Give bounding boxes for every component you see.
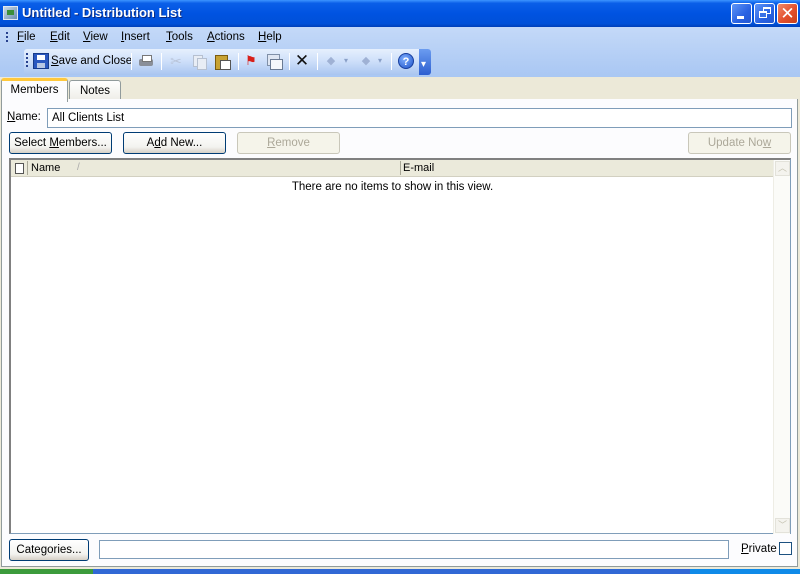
next-item-dropdown-icon[interactable]: ▾ xyxy=(378,53,385,69)
delete-icon[interactable]: ✕ xyxy=(294,52,310,69)
cut-icon[interactable]: ✂ xyxy=(168,53,184,69)
toolbar-options-chevron-icon[interactable] xyxy=(419,49,431,75)
taskbar xyxy=(0,569,800,574)
list-header: Name / E-mail xyxy=(11,160,774,177)
toolbar-separator xyxy=(238,53,239,70)
toolbar-separator xyxy=(161,53,162,70)
menu-tools[interactable]: Tools xyxy=(166,31,193,43)
menu-help[interactable]: Help xyxy=(258,31,282,43)
item-type-icon[interactable] xyxy=(15,163,24,174)
menubar-grip[interactable] xyxy=(6,32,9,44)
toolbar-grip[interactable] xyxy=(26,53,29,69)
scroll-down-icon[interactable]: ﹀ xyxy=(775,518,790,533)
add-new-button[interactable]: Add New... xyxy=(123,132,226,154)
private-checkbox[interactable] xyxy=(779,542,792,555)
vertical-scrollbar[interactable]: ︿ ﹀ xyxy=(773,160,790,534)
save-and-close-button[interactable]: Save and Close xyxy=(51,55,132,67)
toolbar-separator xyxy=(391,53,392,70)
column-separator[interactable] xyxy=(400,161,401,175)
menu-actions[interactable]: Actions xyxy=(207,31,245,43)
column-header-email[interactable]: E-mail xyxy=(403,162,434,174)
distribution-list-window: Untitled - Distribution List ✕ File Edit… xyxy=(0,0,800,574)
tab-members[interactable]: Members xyxy=(1,78,68,102)
sort-ascending-icon: / xyxy=(77,162,80,173)
help-icon[interactable]: ? xyxy=(398,53,414,69)
restore-button[interactable] xyxy=(754,3,775,24)
toolbar-separator xyxy=(317,53,318,70)
start-button[interactable] xyxy=(0,569,93,574)
minimize-button[interactable] xyxy=(731,3,752,24)
flag-icon[interactable]: ⚑ xyxy=(243,53,259,69)
paste-icon[interactable] xyxy=(214,53,231,70)
system-tray xyxy=(690,569,800,574)
window-title: Untitled - Distribution List xyxy=(22,5,182,20)
close-icon: ✕ xyxy=(780,4,795,23)
menu-insert[interactable]: Insert xyxy=(121,31,150,43)
previous-item-icon[interactable]: ◆ xyxy=(323,53,339,69)
next-item-icon[interactable]: ◆ xyxy=(358,53,374,69)
restore-icon-front xyxy=(759,11,767,18)
members-list[interactable]: Name / E-mail There are no items to show… xyxy=(9,158,791,534)
update-now-button[interactable]: Update Now xyxy=(688,132,791,154)
menu-view[interactable]: View xyxy=(83,31,108,43)
scroll-up-icon[interactable]: ︿ xyxy=(775,161,790,176)
title-bar[interactable]: Untitled - Distribution List ✕ xyxy=(0,0,800,27)
column-header-name[interactable]: Name xyxy=(31,162,60,174)
close-button[interactable]: ✕ xyxy=(777,3,798,24)
column-separator[interactable] xyxy=(27,161,28,175)
menu-edit[interactable]: Edit xyxy=(50,31,70,43)
copy-icon[interactable] xyxy=(191,53,207,70)
toolbar-separator xyxy=(131,53,132,70)
address-book-icon[interactable] xyxy=(266,53,283,70)
print-icon[interactable] xyxy=(138,53,154,69)
categories-button[interactable]: Categories... xyxy=(9,539,89,561)
previous-item-dropdown-icon[interactable]: ▾ xyxy=(344,53,351,69)
name-label: Name: xyxy=(7,111,41,123)
private-label: Private xyxy=(741,543,777,555)
save-icon[interactable] xyxy=(33,53,49,69)
remove-button[interactable]: Remove xyxy=(237,132,340,154)
categories-input[interactable] xyxy=(99,540,729,559)
select-members-button[interactable]: Select Members... xyxy=(9,132,112,154)
toolbar-separator xyxy=(289,53,290,70)
minimize-icon xyxy=(737,16,744,19)
name-input[interactable] xyxy=(47,108,792,128)
empty-list-message: There are no items to show in this view. xyxy=(291,181,494,193)
menu-file[interactable]: File xyxy=(17,31,36,43)
distribution-list-icon xyxy=(3,6,18,20)
